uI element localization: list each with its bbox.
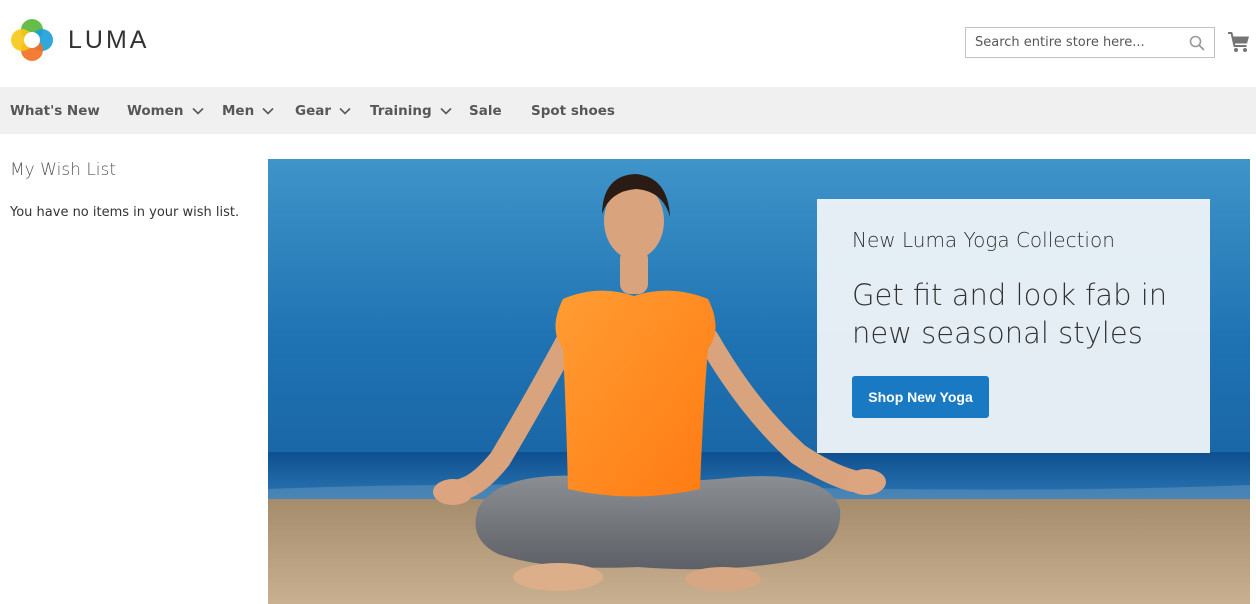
luma-logo-icon	[11, 19, 53, 61]
search-icon[interactable]	[1189, 35, 1205, 51]
chevron-down-icon	[191, 107, 204, 115]
cart-icon[interactable]	[1227, 30, 1251, 54]
nav-item-gear[interactable]: Gear	[295, 87, 351, 134]
search-input[interactable]	[966, 28, 1214, 57]
nav-item-label: Women	[127, 102, 184, 119]
nav-item-label: What's New	[10, 102, 100, 119]
nav-item-sale[interactable]: Sale	[469, 87, 502, 134]
promo-subtitle: New Luma Yoga Collection	[852, 228, 1115, 252]
store-logo[interactable]: LUMA	[10, 18, 149, 62]
nav-item-women[interactable]: Women	[127, 87, 204, 134]
search-box	[965, 27, 1215, 58]
wishlist-title[interactable]: My Wish List	[10, 160, 116, 180]
nav-item-label: Sale	[469, 102, 502, 119]
chevron-down-icon	[262, 107, 274, 115]
page-header: LUMA	[0, 0, 1256, 87]
logo-text: LUMA	[68, 25, 150, 54]
nav-item-spot-shoes[interactable]: Spot shoes	[531, 87, 615, 134]
promo-headline: Get fit and look fab in new seasonal sty…	[852, 278, 1168, 350]
chevron-down-icon	[339, 107, 351, 115]
nav-item-label: Spot shoes	[531, 102, 615, 119]
chevron-down-icon	[440, 107, 452, 115]
nav-item-label: Men	[222, 102, 255, 119]
main-navigation: What's New Women Men Gear Training Sale …	[0, 87, 1256, 134]
nav-item-men[interactable]: Men	[222, 87, 274, 134]
nav-item-label: Gear	[295, 102, 332, 119]
hero-promo-block: New Luma Yoga Collection Get fit and loo…	[817, 199, 1210, 453]
wishlist-empty-message: You have no items in your wish list.	[10, 205, 240, 220]
nav-item-label: Training	[370, 102, 432, 119]
shop-new-yoga-button[interactable]: Shop New Yoga	[852, 376, 989, 418]
nav-item-whats-new[interactable]: What's New	[10, 87, 100, 134]
nav-item-training[interactable]: Training	[370, 87, 452, 134]
